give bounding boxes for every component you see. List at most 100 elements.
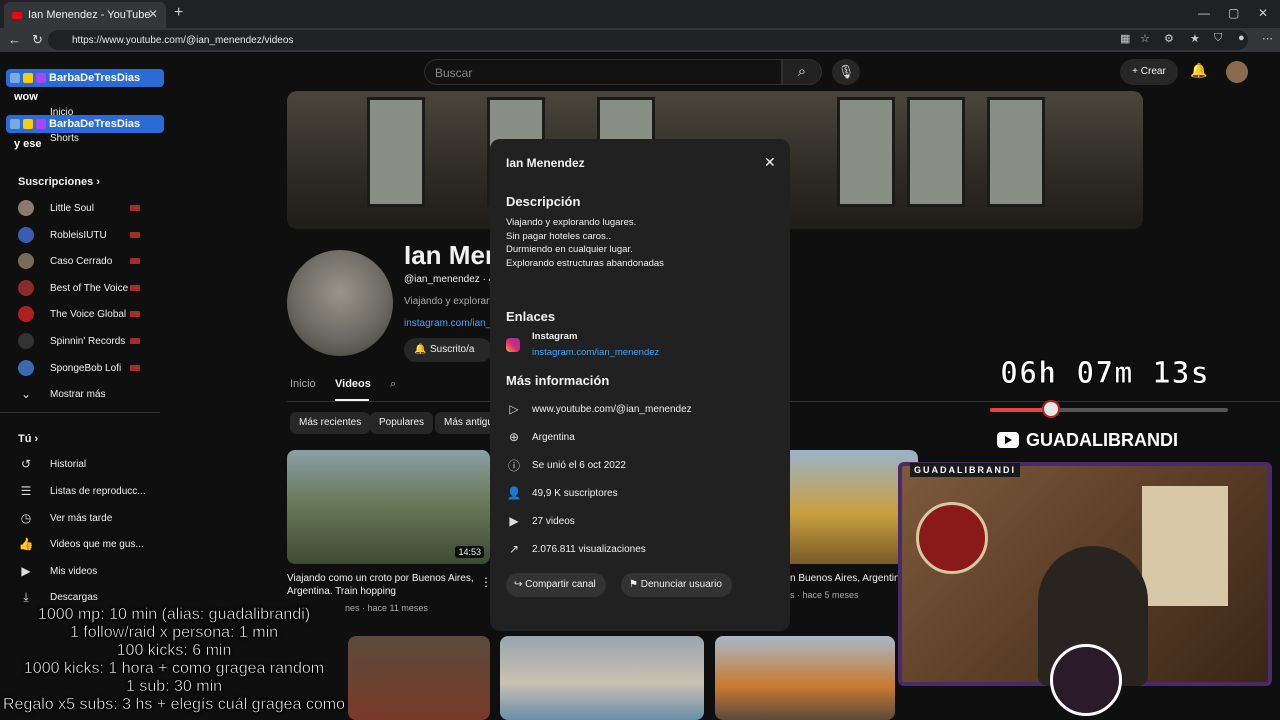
search-icon[interactable]: ⌕ <box>390 378 396 391</box>
rule-line: 1000 kicks: 1 hora + como gragea random <box>23 660 325 678</box>
subscription-item[interactable]: Best of The Voice <box>18 278 158 298</box>
profile-icon[interactable]: ● <box>1238 32 1245 44</box>
channel-avatar <box>18 333 34 349</box>
video-thumbnail[interactable] <box>348 636 490 720</box>
subscribed-label: Suscrito/a <box>430 344 475 355</box>
favorite-star-icon[interactable]: ☆ <box>1140 32 1150 45</box>
instagram-icon <box>506 338 520 352</box>
badge-icon <box>10 119 20 129</box>
info-row-url: ▷ www.youtube.com/@ian_menendez <box>506 399 692 419</box>
share-label: Compartir canal <box>525 579 596 590</box>
share-icon: ↪ <box>514 579 523 590</box>
sidebar-item-history[interactable]: ↺ Historial <box>18 454 158 474</box>
platform-sign <box>916 502 988 574</box>
video-thumbnail[interactable] <box>715 636 895 720</box>
badge-icon <box>36 119 46 129</box>
close-icon[interactable]: ✕ <box>764 154 776 171</box>
subscription-item[interactable]: The Voice Global <box>18 304 158 324</box>
sidebar-item-label: Listas de reproducc... <box>50 485 146 497</box>
thumbs-up-icon: 👍 <box>18 537 34 551</box>
you-heading[interactable]: Tú › <box>18 433 38 445</box>
sidebar-item-downloads[interactable]: ⤓ Descargas <box>18 587 158 607</box>
sidebar-item-playlists[interactable]: ☰ Listas de reproducc... <box>18 481 158 501</box>
sidebar-item-label: Descargas <box>50 591 98 603</box>
streamer-channel-name: GUADALIBRANDI <box>1026 430 1178 450</box>
channel-avatar[interactable] <box>287 250 393 356</box>
subscription-item[interactable]: SpongeBob Lofi <box>18 358 158 378</box>
chip-recent[interactable]: Más recientes <box>290 412 371 434</box>
back-icon[interactable]: ← <box>8 32 21 47</box>
rule-line: 1 sub: 30 min <box>125 678 223 696</box>
more-icon[interactable]: ⋯ <box>1262 32 1273 45</box>
subscriptions-title: Suscripciones <box>18 176 94 188</box>
sidebar-item-label: Ver más tarde <box>50 512 113 524</box>
sidebar: Inicio Shorts Suscripciones › Little Sou… <box>0 90 160 610</box>
more-info-heading: Más información <box>506 373 610 388</box>
chevron-right-icon: › <box>34 433 39 445</box>
close-window-icon[interactable]: ✕ <box>1258 6 1268 20</box>
report-user-button[interactable]: ⚑ Denunciar usuario <box>621 573 732 597</box>
live-icon <box>130 205 140 211</box>
you-title: Tú <box>18 433 32 445</box>
channel-avatar <box>18 360 34 376</box>
live-icon <box>130 338 140 344</box>
extensions-icon[interactable]: ⚙ <box>1164 32 1174 45</box>
url-input[interactable]: https://www.youtube.com/@ian_menendez/vi… <box>48 30 1248 50</box>
chat-username-badge: BarbaDeTresDias <box>6 115 164 133</box>
subscription-item[interactable]: Little Soul <box>18 198 158 218</box>
tab-home[interactable]: Inicio <box>290 378 316 390</box>
trending-icon: ↗ <box>508 542 520 556</box>
instagram-link[interactable]: instagram.com/ian_menendez <box>532 347 659 358</box>
create-button[interactable]: + Crear <box>1120 59 1178 85</box>
channel-avatar <box>18 227 34 243</box>
timer-progress-bar <box>990 408 1228 412</box>
tab-title: Ian Menendez - YouTube <box>28 9 151 21</box>
chat-username-badge: BarbaDeTresDias <box>6 69 164 87</box>
reload-icon[interactable]: ↻ <box>32 32 43 48</box>
info-text: www.youtube.com/@ian_menendez <box>532 403 692 415</box>
close-tab-icon[interactable]: ✕ <box>148 7 158 21</box>
sidebar-item-my-videos[interactable]: ▶ Mis videos <box>18 561 158 581</box>
description-line: Viajando y explorando lugares. <box>506 217 637 228</box>
video-title[interactable]: n Buenos Aires, Argentina <box>790 572 900 585</box>
tab-videos[interactable]: Videos <box>335 378 371 390</box>
channel-description[interactable]: Viajando y explorando <box>404 296 490 307</box>
shield-icon[interactable]: ⛉ <box>1214 32 1222 45</box>
sidebar-item-label: Videos que me gus... <box>50 538 144 550</box>
collections-icon[interactable]: ★ <box>1190 32 1200 45</box>
subscription-item[interactable]: RobleisIUTU <box>18 225 158 245</box>
subscription-item[interactable]: Caso Cerrado <box>18 251 158 271</box>
maximize-icon[interactable]: ▢ <box>1228 6 1239 20</box>
search-placeholder: Buscar <box>435 66 473 80</box>
video-thumbnail[interactable]: 14:53 <box>287 450 490 564</box>
subscribed-button[interactable]: 🔔 Suscrito/a <box>404 338 492 362</box>
flag-icon: ⚑ <box>629 579 638 590</box>
history-icon: ↺ <box>20 457 32 471</box>
user-avatar[interactable] <box>1226 61 1248 83</box>
banner-window <box>907 97 965 207</box>
voice-search-button[interactable]: 🎙 <box>832 59 860 85</box>
subscription-name: SpongeBob Lofi <box>50 362 122 374</box>
minimize-icon[interactable]: — <box>1198 6 1210 20</box>
sidebar-item-watch-later[interactable]: ◷ Ver más tarde <box>18 508 158 528</box>
notifications-bell-icon[interactable]: 🔔 <box>1190 62 1207 79</box>
show-more-button[interactable]: ⌄ Mostrar más <box>18 384 158 404</box>
sidebar-item-liked[interactable]: 👍 Videos que me gus... <box>18 534 158 554</box>
video-thumbnail[interactable] <box>500 636 704 720</box>
reader-icon[interactable]: ▦ <box>1120 32 1130 45</box>
share-channel-button[interactable]: ↪ Compartir canal <box>506 573 606 597</box>
youtube-favicon-icon <box>12 11 22 19</box>
subscriptions-heading[interactable]: Suscripciones › <box>18 176 100 188</box>
video-meta: nes · hace 11 meses <box>345 603 428 613</box>
channel-link[interactable]: instagram.com/ian_m <box>404 318 490 329</box>
new-tab-icon[interactable]: + <box>174 4 183 22</box>
browser-tab[interactable]: Ian Menendez - YouTube ✕ <box>4 2 166 28</box>
subscription-item[interactable]: Spinnin' Records <box>18 331 158 351</box>
search-icon: ⌕ <box>797 63 807 80</box>
video-title[interactable]: Viajando como un croto por Buenos Aires,… <box>287 572 477 598</box>
search-input[interactable]: Buscar <box>424 59 782 85</box>
chip-popular[interactable]: Populares <box>370 412 434 434</box>
search-button[interactable]: ⌕ <box>782 59 822 85</box>
play-icon: ▷ <box>509 402 519 416</box>
channel-handle: @ian_menendez · 49 <box>404 274 490 285</box>
